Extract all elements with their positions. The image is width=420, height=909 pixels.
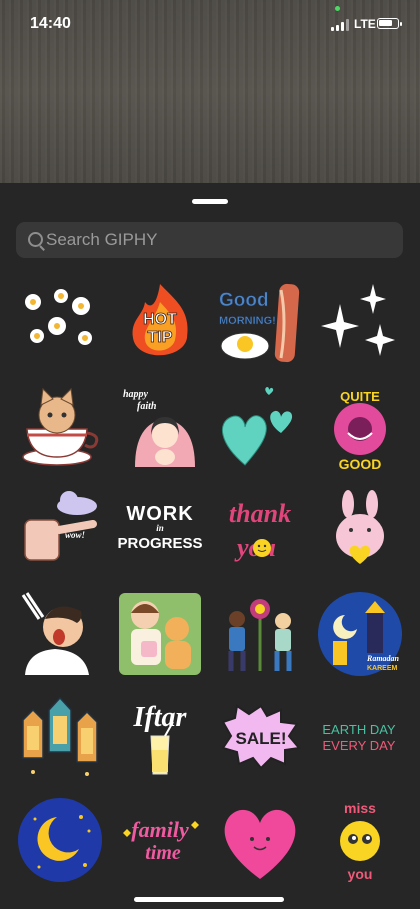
bunny-heart-sticker[interactable] xyxy=(315,486,405,576)
work-in-progress-sticker[interactable]: WORK in PROGRESS xyxy=(115,486,205,576)
kareem-text: KAREEM xyxy=(367,665,398,672)
faith-text: faith xyxy=(137,401,157,412)
status-bar: 14:40 LTE xyxy=(0,0,420,50)
iftar-sticker[interactable]: Iftar xyxy=(115,692,205,782)
miss-text: miss xyxy=(344,800,376,816)
work-text: WORK xyxy=(126,503,193,525)
good-label: GOOD xyxy=(339,456,382,472)
people-flower-sticker[interactable] xyxy=(215,589,305,679)
tired-man-sticker[interactable] xyxy=(15,589,105,679)
good-text: Good xyxy=(219,290,269,311)
friends-cats-sticker[interactable] xyxy=(115,589,205,679)
family-text: family xyxy=(131,817,189,842)
iftar-text: Iftar xyxy=(133,702,188,733)
camera-in-use-indicator xyxy=(335,6,340,11)
search-icon xyxy=(28,232,43,247)
quite-text: QUITE xyxy=(340,389,380,404)
ramadan-text: Ramadan xyxy=(366,654,400,663)
sale-sticker[interactable]: SALE! xyxy=(215,692,305,782)
sparkles-sticker[interactable] xyxy=(315,280,405,370)
moon-stars-sticker[interactable] xyxy=(15,795,105,885)
thank-text: thank xyxy=(229,499,291,528)
sale-text: SALE! xyxy=(236,729,287,748)
sheet-drag-handle[interactable] xyxy=(192,199,228,204)
good-morning-sticker[interactable]: Good MORNING! xyxy=(215,280,305,370)
signal-icon xyxy=(331,19,351,31)
every-day-text: EVERY DAY xyxy=(323,738,396,753)
lanterns-sticker[interactable] xyxy=(15,692,105,782)
earth-day-text: EARTH DAY xyxy=(322,722,396,737)
battery-level xyxy=(379,20,392,26)
happy-text: happy xyxy=(123,389,149,400)
daisies-sticker[interactable] xyxy=(15,280,105,370)
hot-text: HOT xyxy=(143,311,177,328)
happy-faith-sticker[interactable]: happy faith xyxy=(115,383,205,473)
ramadan-kareem-sticker[interactable]: Ramadan KAREEM xyxy=(315,589,405,679)
progress-text: PROGRESS xyxy=(117,535,202,552)
miss-you-sticker[interactable]: miss you xyxy=(315,795,405,885)
status-time: 14:40 xyxy=(30,15,71,32)
hearts-sticker[interactable] xyxy=(215,383,305,473)
network-type: LTE xyxy=(354,17,376,31)
cat-in-cup-sticker[interactable] xyxy=(15,383,105,473)
search-input[interactable] xyxy=(46,222,386,258)
search-bar[interactable] xyxy=(16,222,403,258)
earth-day-sticker[interactable]: EARTH DAY EVERY DAY xyxy=(315,692,405,782)
home-indicator[interactable] xyxy=(134,897,284,902)
quite-good-sticker[interactable]: QUITE GOOD xyxy=(315,383,405,473)
morning-text: MORNING! xyxy=(219,315,276,327)
time-text: time xyxy=(145,842,181,864)
family-time-sticker[interactable]: family time xyxy=(115,795,205,885)
hot-tip-sticker[interactable]: HOT TIP xyxy=(115,280,205,370)
pink-heart-sticker[interactable] xyxy=(215,795,305,885)
giphy-sticker-sheet: HOT TIP Good MORNING! xyxy=(0,183,420,909)
you-label: you xyxy=(348,866,373,882)
thank-you-sticker[interactable]: thank you xyxy=(215,486,305,576)
wow-text: wow! xyxy=(65,530,85,540)
battery-icon xyxy=(377,18,402,29)
in-text: in xyxy=(156,523,164,533)
pot-wow-sticker[interactable]: wow! xyxy=(15,486,105,576)
tip-text: TIP xyxy=(148,329,173,346)
